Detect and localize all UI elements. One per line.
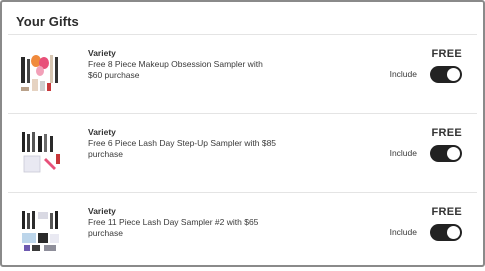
include-toggle[interactable] bbox=[430, 145, 462, 162]
toggle-knob bbox=[447, 68, 460, 81]
gift-image bbox=[18, 128, 64, 176]
gift-brand: Variety bbox=[88, 206, 116, 216]
include-toggle[interactable] bbox=[430, 66, 462, 83]
gift-item: Variety Free 8 Piece Makeup Obsession Sa… bbox=[8, 35, 477, 113]
gift-price: FREE bbox=[431, 48, 462, 60]
gift-description: Free 11 Piece Lash Day Sampler #2 with $… bbox=[88, 217, 259, 238]
include-toggle[interactable] bbox=[430, 224, 462, 241]
gift-info: Variety Free 11 Piece Lash Day Sampler #… bbox=[88, 206, 278, 239]
gift-info: Variety Free 8 Piece Makeup Obsession Sa… bbox=[88, 48, 278, 81]
section-title: Your Gifts bbox=[16, 14, 79, 29]
gift-item: Variety Free 6 Piece Lash Day Step-Up Sa… bbox=[8, 114, 477, 192]
gift-item: Variety Free 11 Piece Lash Day Sampler #… bbox=[8, 193, 477, 271]
gift-image bbox=[18, 207, 64, 255]
gift-price: FREE bbox=[431, 127, 462, 139]
toggle-knob bbox=[447, 226, 460, 239]
include-label: Include bbox=[389, 227, 417, 237]
gift-image bbox=[18, 49, 64, 97]
toggle-knob bbox=[447, 147, 460, 160]
gift-description: Free 6 Piece Lash Day Step-Up Sampler wi… bbox=[88, 138, 277, 159]
gift-price: FREE bbox=[431, 206, 462, 218]
gift-description: Free 8 Piece Makeup Obsession Sampler wi… bbox=[88, 59, 263, 80]
include-label: Include bbox=[389, 148, 417, 158]
gift-brand: Variety bbox=[88, 48, 116, 58]
gift-info: Variety Free 6 Piece Lash Day Step-Up Sa… bbox=[88, 127, 278, 160]
gifts-panel: Your Gifts Variety Free 8 Piece Makeup O bbox=[0, 0, 485, 267]
include-label: Include bbox=[389, 69, 417, 79]
gift-brand: Variety bbox=[88, 127, 116, 137]
